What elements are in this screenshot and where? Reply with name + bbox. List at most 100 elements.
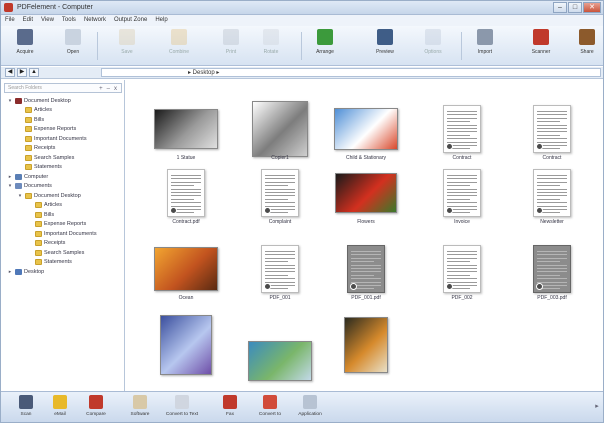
tree-item-label: Search Samples (34, 154, 75, 161)
toolbar-import-button[interactable]: Import (467, 29, 503, 63)
tree-item[interactable]: Statements (27, 258, 72, 267)
send-to-application-button[interactable]: Application (293, 395, 327, 422)
file-thumbnail[interactable]: PDF_002 (426, 244, 498, 306)
close-panel-icon[interactable]: x (114, 85, 117, 93)
menu-output-zone[interactable]: Output Zone (114, 15, 147, 26)
add-folder-icon[interactable]: + (99, 85, 103, 93)
tree-item[interactable]: Articles (27, 201, 62, 210)
file-name: PDF_001.pdf (351, 295, 381, 301)
toolbar-preview-button[interactable]: Preview (367, 29, 403, 63)
tree-item[interactable]: Important Documents (17, 134, 87, 143)
tree-item[interactable]: ▸ Desktop (7, 267, 44, 276)
send-to-fax-button[interactable]: Fax (213, 395, 247, 422)
up-folder-button[interactable]: ▲ (29, 68, 39, 77)
expand-arrow-icon[interactable]: ▸ (7, 269, 13, 275)
toolbar-arrange-button[interactable]: Arrange (307, 29, 343, 63)
file-thumbnail[interactable]: Complaint (244, 168, 316, 230)
text-line (447, 195, 477, 197)
tree-item-label: Receipts (34, 145, 56, 151)
collapse-arrow-icon[interactable]: ▾ (7, 183, 13, 189)
text-line (447, 141, 477, 143)
send-to-scan-button[interactable]: Scan (9, 395, 43, 422)
file-name: PDF_001 (269, 295, 291, 301)
file-thumbnail[interactable]: Contract.pdf (150, 168, 222, 230)
file-name: Contract (452, 155, 472, 161)
file-thumbnail[interactable]: Contract (426, 104, 498, 166)
tree-item[interactable]: Bills (27, 210, 54, 219)
text-line (265, 274, 288, 276)
file-thumbnail[interactable]: Copier1 (244, 101, 316, 166)
file-thumbnail[interactable]: Newsletter (516, 168, 588, 230)
file-thumbnail[interactable]: Flowers (330, 168, 402, 230)
send-to-compare-button[interactable]: Compare (79, 395, 113, 422)
menu-view[interactable]: View (41, 15, 54, 26)
file-type-badge-icon (536, 207, 543, 214)
text-line (351, 274, 374, 276)
back-button[interactable]: ◀ (5, 68, 15, 77)
tree-item[interactable]: ▾ Document Desktop (17, 191, 81, 200)
collapse-arrow-icon[interactable]: ▾ (7, 98, 13, 104)
toolbar-scansend-button[interactable]: Scanner (523, 29, 559, 63)
file-thumbnail[interactable] (244, 336, 316, 391)
maximize-button[interactable]: □ (568, 2, 582, 13)
file-thumbnail[interactable]: PDF_001.pdf (330, 244, 402, 306)
photo-preview (154, 109, 218, 149)
menu-tools[interactable]: Tools (62, 15, 76, 26)
toolbar-save-button: Save (109, 29, 145, 63)
tree-item[interactable]: Receipts (17, 144, 55, 153)
tree-item[interactable]: ▸ Computer (7, 172, 48, 181)
send-to-software-button[interactable]: Software (123, 395, 157, 422)
tree-item[interactable]: Important Documents (27, 229, 97, 238)
toolbar-share-button[interactable]: Share (569, 29, 603, 63)
thumbnail-image-area (330, 104, 402, 154)
menu-network[interactable]: Network (84, 15, 106, 26)
title-bar: PDFelement - Computer – □ ✕ (1, 1, 603, 15)
tree-item[interactable]: Search Samples (17, 153, 74, 162)
send-to-convert-to-button[interactable]: Convert to (253, 395, 287, 422)
file-type-badge-icon (264, 207, 271, 214)
tree-item[interactable]: Expense Reports (27, 220, 86, 229)
tree-item[interactable]: Statements (17, 163, 62, 172)
thumbnail-image-area (330, 168, 402, 218)
photo-preview (160, 315, 212, 375)
tree-item[interactable]: Expense Reports (17, 125, 76, 134)
remove-folder-icon[interactable]: – (107, 85, 110, 93)
tree-item[interactable]: Articles (17, 106, 52, 115)
file-thumbnail[interactable]: PDF_001 (244, 244, 316, 306)
file-thumbnail[interactable]: 1 Statue (150, 104, 222, 166)
tree-item[interactable]: Bills (17, 115, 44, 124)
minimize-button[interactable]: – (553, 2, 567, 13)
toolbar-scan-button[interactable]: Acquire (7, 29, 43, 63)
collapse-arrow-icon[interactable]: ▾ (17, 193, 23, 199)
menu-file[interactable]: File (5, 15, 15, 26)
file-thumbnail[interactable]: Contract (516, 104, 588, 166)
tree-item[interactable]: ▾ Document Desktop (7, 96, 71, 105)
expand-arrow-icon[interactable]: ▸ (7, 174, 13, 180)
document-preview (167, 169, 205, 217)
menu-help[interactable]: Help (155, 15, 167, 26)
tree-item[interactable]: Receipts (27, 239, 65, 248)
file-thumbnail[interactable]: PDF_003.pdf (516, 244, 588, 306)
forward-button[interactable]: ▶ (17, 68, 27, 77)
file-thumbnail[interactable]: Ocean (150, 244, 222, 306)
text-line (265, 185, 288, 187)
scroll-right-arrow[interactable]: ▸ (593, 402, 601, 414)
file-thumbnail[interactable] (150, 315, 222, 382)
file-thumbnail[interactable]: Invoice (426, 168, 498, 230)
send-to-email-button[interactable]: eMail (43, 395, 77, 422)
file-thumbnail[interactable] (330, 317, 402, 382)
file-thumbnail[interactable]: Child & Stationary (330, 104, 402, 166)
text-line (351, 251, 381, 252)
folder-icon (25, 164, 32, 170)
send-to-convert-to-text-button[interactable]: Convert to Text (165, 395, 199, 422)
close-button[interactable]: ✕ (583, 2, 601, 13)
text-line (447, 138, 477, 140)
tree-item[interactable]: ▾ Documents (7, 182, 52, 191)
toolbar-new-button[interactable]: Open (55, 29, 91, 63)
menu-edit[interactable]: Edit (23, 15, 33, 26)
tree-item[interactable]: Search Samples (27, 248, 84, 257)
path-field[interactable]: ▸ Desktop ▸ (101, 68, 601, 77)
text-line (537, 195, 567, 197)
folder-search-input[interactable]: Search Folders + – x (4, 83, 122, 93)
text-line (265, 281, 295, 283)
